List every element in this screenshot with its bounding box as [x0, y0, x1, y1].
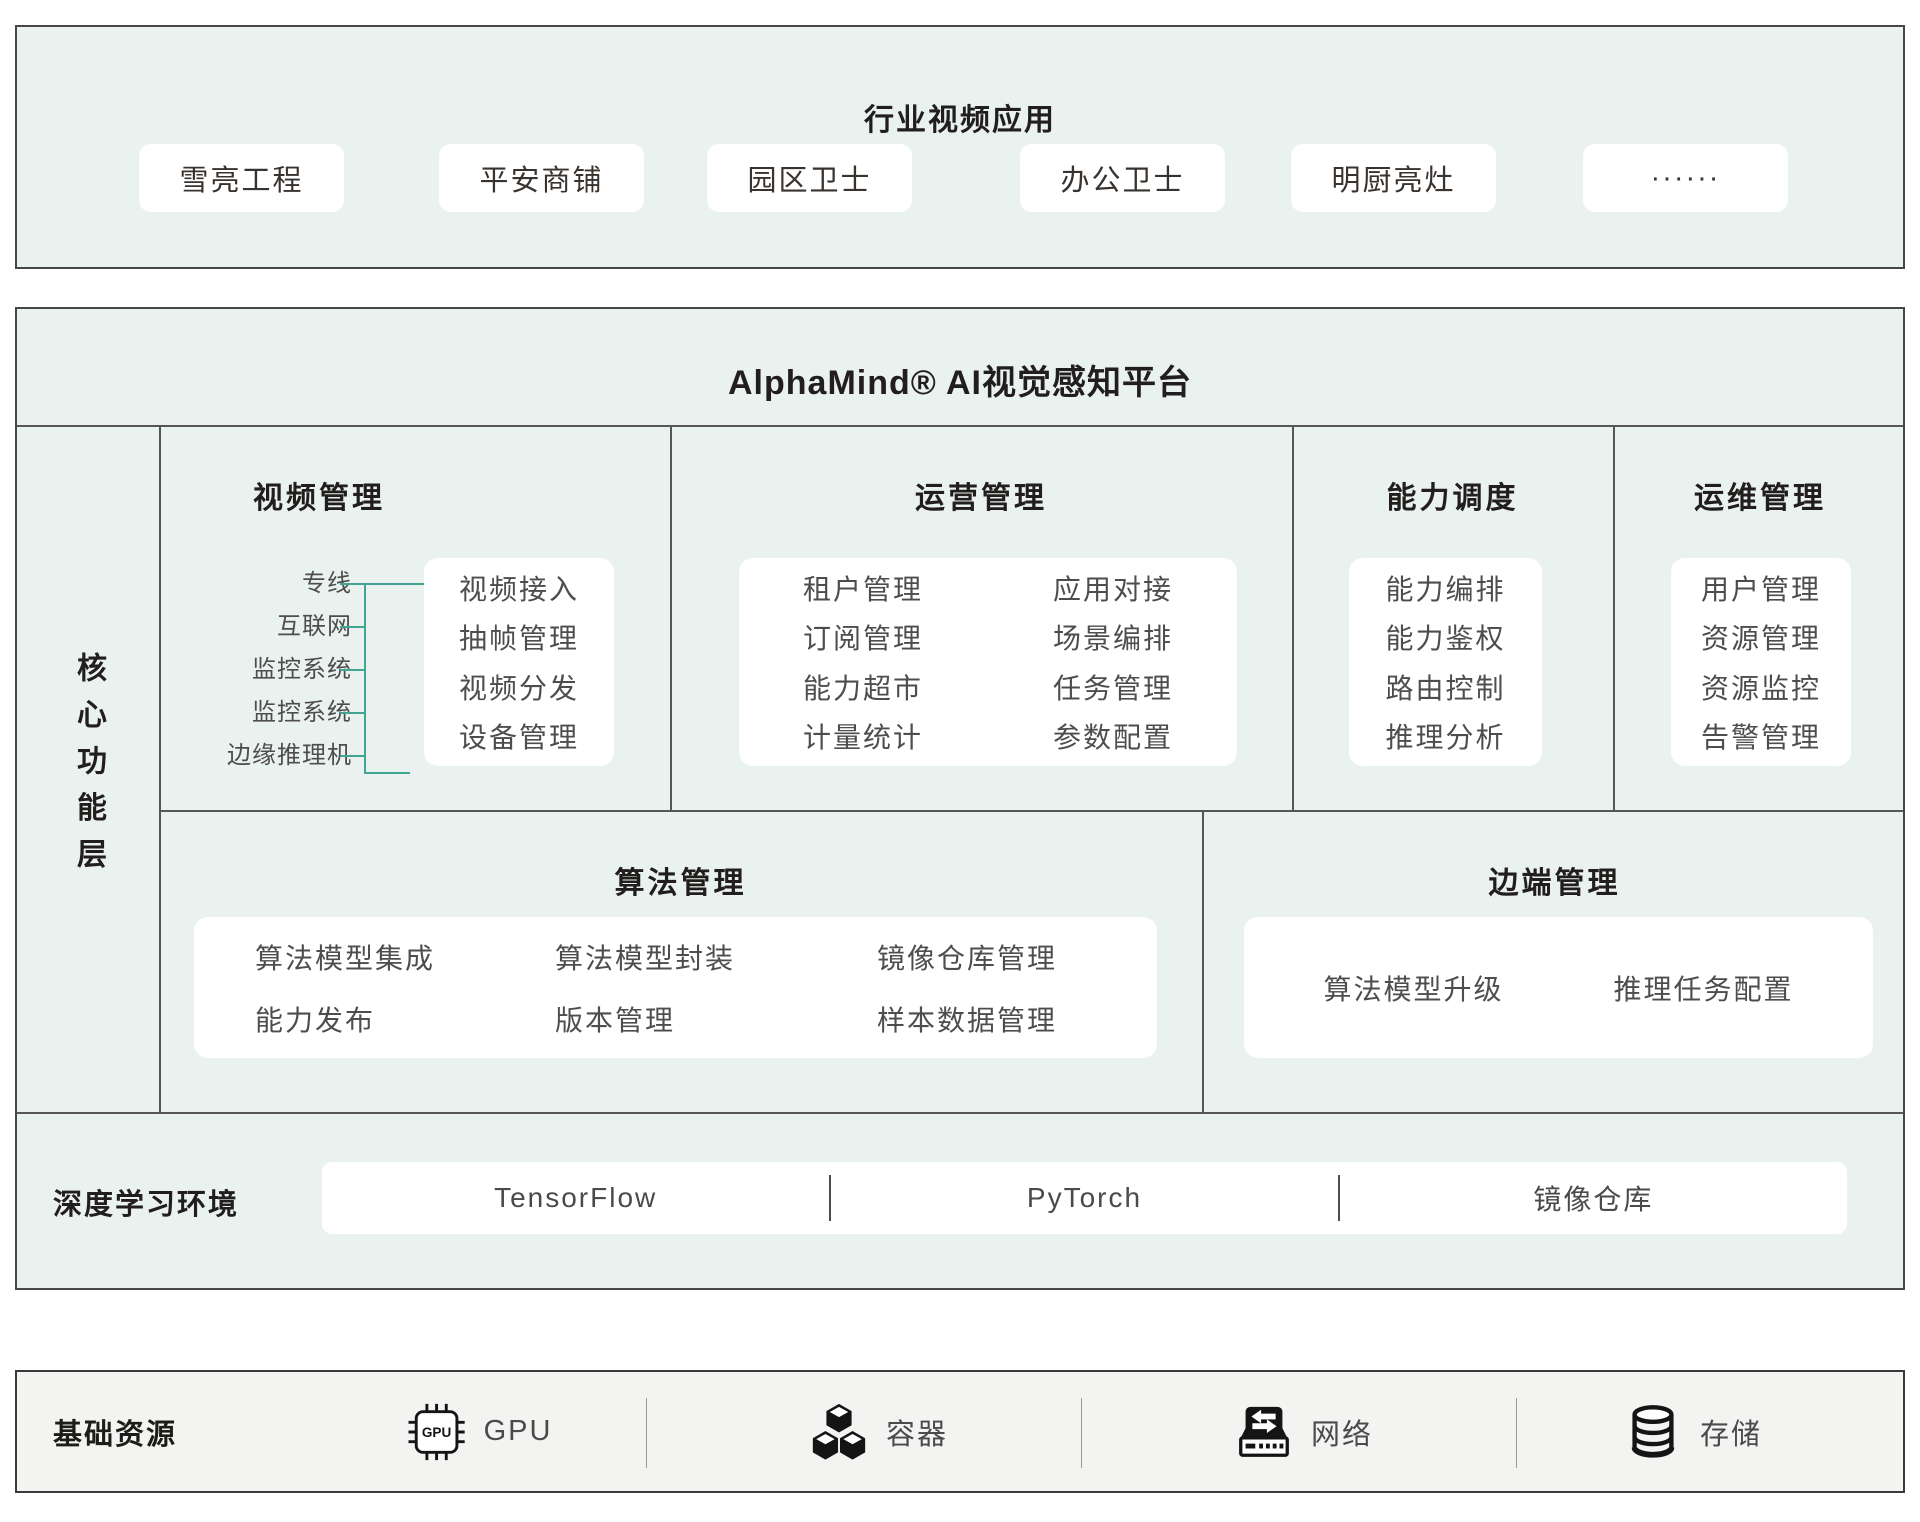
ops-function: 场景编排 [1053, 617, 1173, 657]
industry-apps-title: 行业视频应用 [17, 95, 1903, 139]
algo-function: 版本管理 [555, 999, 877, 1039]
algo-mgmt-title: 算法管理 [159, 858, 1202, 902]
video-source-label: 边缘推理机 [159, 744, 352, 768]
video-mgmt-section: 视频管理 专线 互联网 监控系统 监控系统 边缘推理机 视频接入 抽帧管理 视频… [159, 425, 670, 810]
video-function: 抽帧管理 [459, 617, 579, 657]
platform-panel: AlphaMind® AI视觉感知平台 核心功能层 视频管理 专线 互联网 监控… [15, 307, 1905, 1290]
capability-functions-box: 能力编排 能力鉴权 路由控制 推理分析 [1349, 558, 1542, 766]
ops-function: 租户管理 [803, 568, 923, 608]
connector-line-icon [340, 755, 366, 757]
dl-env-item: TensorFlow [322, 1162, 829, 1234]
ops-function: 能力超市 [803, 667, 923, 707]
algo-function: 镜像仓库管理 [877, 937, 1157, 977]
divider [1081, 1398, 1082, 1468]
ops-mgmt-title: 运营管理 [670, 473, 1292, 517]
platform-title: AlphaMind® AI视觉感知平台 [17, 355, 1903, 404]
ops-column: 应用对接 场景编排 任务管理 参数配置 [1053, 558, 1173, 766]
video-function: 视频分发 [459, 667, 579, 707]
edge-functions-box: 算法模型升级 推理任务配置 [1244, 917, 1873, 1058]
connector-line-icon [364, 772, 410, 774]
video-mgmt-title: 视频管理 [159, 473, 479, 517]
ops-maint-function: 告警管理 [1701, 716, 1821, 756]
algo-function: 算法模型集成 [255, 937, 555, 977]
capability-function: 路由控制 [1385, 667, 1505, 707]
ops-maint-functions-box: 用户管理 资源管理 资源监控 告警管理 [1671, 558, 1851, 766]
algo-function: 算法模型封装 [555, 937, 877, 977]
gpu-icon: GPU [406, 1401, 468, 1463]
ops-maint-function: 资源管理 [1701, 617, 1821, 657]
connector-line-icon [340, 712, 366, 714]
ops-function: 任务管理 [1053, 667, 1173, 707]
dl-env-box: TensorFlow PyTorch 镜像仓库 [322, 1162, 1847, 1234]
capability-function: 能力编排 [1385, 568, 1505, 608]
core-layer-cell: 核心功能层 [17, 425, 159, 1112]
app-chip: 明厨亮灶 [1291, 144, 1496, 212]
app-chip: 园区卫士 [707, 144, 912, 212]
connector-line-icon [364, 583, 366, 774]
core-layer-label: 核心功能层 [66, 652, 110, 885]
app-chip: 办公卫士 [1020, 144, 1225, 212]
infrastructure-panel: 基础资源 GPU GPU [15, 1370, 1905, 1493]
infrastructure-label: 基础资源 [53, 1372, 177, 1491]
svg-text:GPU: GPU [422, 1424, 451, 1439]
capability-function: 推理分析 [1385, 716, 1505, 756]
divider [646, 1398, 647, 1468]
infra-item-label: 网络 [1311, 1411, 1373, 1453]
dl-env-label: 深度学习环境 [53, 1112, 239, 1292]
dl-env-item: 镜像仓库 [1340, 1162, 1847, 1234]
connector-line-icon [340, 669, 366, 671]
ops-function: 订阅管理 [803, 617, 923, 657]
infra-item-label: 容器 [886, 1411, 948, 1453]
industry-apps-panel: 行业视频应用 雪亮工程 平安商铺 园区卫士 办公卫士 明厨亮灶 ······ [15, 25, 1905, 269]
algo-function: 能力发布 [255, 999, 555, 1039]
capability-sched-section: 能力调度 能力编排 能力鉴权 路由控制 推理分析 [1292, 425, 1613, 810]
infra-item-label: GPU [484, 1415, 553, 1448]
infra-item-network: 网络 [1233, 1372, 1373, 1491]
infra-item-gpu: GPU GPU [406, 1372, 553, 1491]
dl-env-item: PyTorch [831, 1162, 1338, 1234]
connector-line-icon [340, 626, 366, 628]
edge-function: 算法模型升级 [1323, 968, 1503, 1008]
network-icon [1233, 1401, 1295, 1463]
video-function: 设备管理 [459, 716, 579, 756]
edge-mgmt-title: 边端管理 [1202, 858, 1907, 902]
connector-line-icon [340, 583, 424, 585]
edge-function: 推理任务配置 [1614, 968, 1794, 1008]
storage-icon [1622, 1401, 1684, 1463]
video-source-label: 监控系统 [159, 701, 352, 725]
infra-item-label: 存储 [1700, 1411, 1762, 1453]
algo-function: 样本数据管理 [877, 999, 1157, 1039]
app-chip-more: ······ [1583, 144, 1788, 212]
ops-function: 计量统计 [803, 716, 923, 756]
ops-maint-function: 资源监控 [1701, 667, 1821, 707]
dl-env-row: 深度学习环境 TensorFlow PyTorch 镜像仓库 [17, 1112, 1907, 1292]
capability-sched-title: 能力调度 [1292, 473, 1613, 517]
video-function: 视频接入 [459, 568, 579, 608]
edge-mgmt-section: 边端管理 算法模型升级 推理任务配置 [1202, 810, 1907, 1112]
ops-function: 参数配置 [1053, 716, 1173, 756]
ops-maint-function: 用户管理 [1701, 568, 1821, 608]
ops-functions-box: 租户管理 订阅管理 能力超市 计量统计 应用对接 场景编排 任务管理 参数配置 [739, 558, 1237, 766]
ops-function: 应用对接 [1053, 568, 1173, 608]
video-source-label: 监控系统 [159, 658, 352, 682]
ops-mgmt-section: 运营管理 租户管理 订阅管理 能力超市 计量统计 应用对接 场景编排 任务管理 … [670, 425, 1292, 810]
capability-function: 能力鉴权 [1385, 617, 1505, 657]
ops-maint-title: 运维管理 [1613, 473, 1907, 517]
algo-mgmt-section: 算法管理 算法模型集成 算法模型封装 镜像仓库管理 能力发布 版本管理 样本数据… [159, 810, 1202, 1112]
infra-item-container: 容器 [808, 1372, 948, 1491]
algo-functions-box: 算法模型集成 算法模型封装 镜像仓库管理 能力发布 版本管理 样本数据管理 [194, 917, 1157, 1058]
ops-maint-section: 运维管理 用户管理 资源管理 资源监控 告警管理 [1613, 425, 1907, 810]
app-chip: 平安商铺 [439, 144, 644, 212]
video-functions-box: 视频接入 抽帧管理 视频分发 设备管理 [424, 558, 614, 766]
container-icon [808, 1401, 870, 1463]
app-chip: 雪亮工程 [139, 144, 344, 212]
infra-item-storage: 存储 [1622, 1372, 1762, 1491]
divider [1516, 1398, 1517, 1468]
architecture-diagram: 行业视频应用 雪亮工程 平安商铺 园区卫士 办公卫士 明厨亮灶 ······ A… [0, 0, 1920, 1522]
video-source-label: 专线 [159, 572, 352, 596]
ops-column: 租户管理 订阅管理 能力超市 计量统计 [803, 558, 923, 766]
video-source-label: 互联网 [159, 615, 352, 639]
